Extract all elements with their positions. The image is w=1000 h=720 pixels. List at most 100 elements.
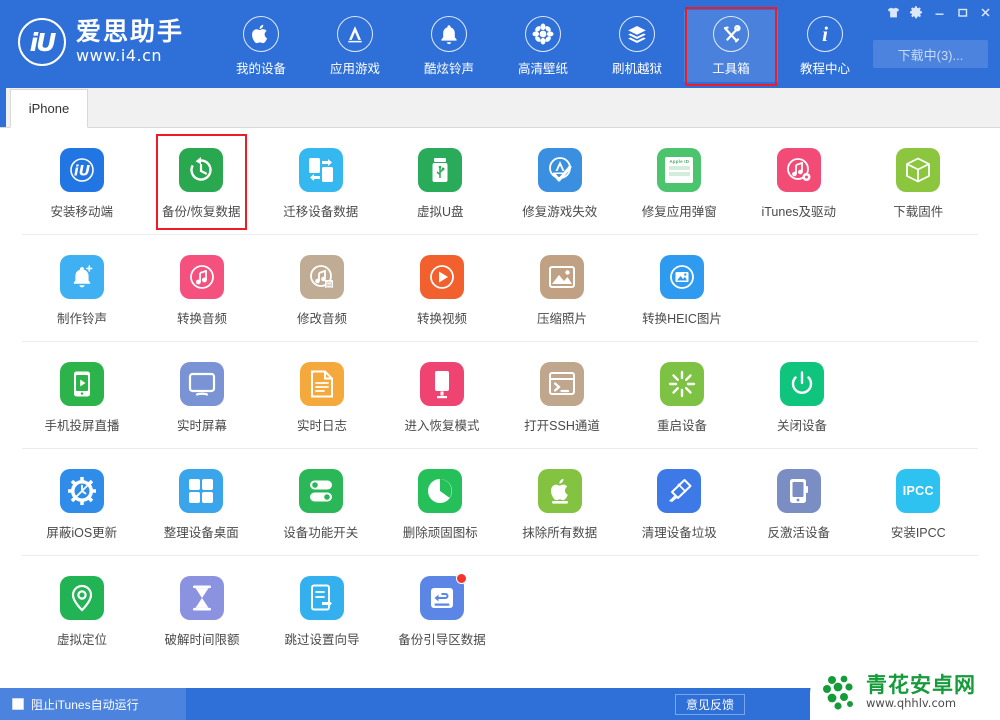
nav-item-wallpaper[interactable]: 高清壁纸 — [496, 10, 590, 82]
tool-label: 安装移动端 — [50, 205, 113, 219]
nav-item-tutorials[interactable]: i 教程中心 — [778, 10, 872, 82]
tool-shutdown-device[interactable]: 关闭设备 — [742, 358, 862, 436]
nav-item-ringtones[interactable]: 酷炫铃声 — [402, 10, 496, 82]
tool-label: 重启设备 — [656, 419, 707, 433]
block-itunes-label: 阻止iTunes自动运行 — [31, 697, 139, 712]
remove-icon-icon — [418, 469, 463, 513]
tool-edit-audio[interactable]: 自 修改音频 — [262, 251, 382, 329]
tool-label: 删除顽固图标 — [402, 526, 478, 540]
itunes-driver-icon — [776, 148, 821, 192]
main-nav: 我的设备 应用游戏 酷炫铃声 高清壁纸 刷机越狱 工具箱 i 教程中心 — [214, 7, 872, 86]
skip-setup-icon — [300, 576, 344, 620]
feedback-button[interactable]: 意见反馈 — [674, 693, 745, 715]
tool-backup-restore[interactable]: 备份/恢复数据 — [142, 134, 262, 230]
tool-convert-audio[interactable]: 转换音频 — [142, 251, 262, 329]
nav-label: 高清壁纸 — [518, 62, 569, 76]
nav-label: 工具箱 — [712, 62, 750, 76]
tool-download-firmware[interactable]: 下载固件 — [859, 144, 979, 222]
nav-item-apps-games[interactable]: 应用游戏 — [308, 10, 402, 82]
ipcc-text: IPCC — [902, 484, 934, 498]
tool-open-ssh[interactable]: 打开SSH通道 — [502, 358, 622, 436]
tool-label: 修改音频 — [296, 312, 347, 326]
tool-screen-cast-live[interactable]: 手机投屏直播 — [22, 358, 142, 436]
restart-device-icon — [660, 362, 704, 406]
tool-label: 安装IPCC — [890, 526, 946, 540]
i4-logo-icon: iU — [18, 18, 66, 66]
tool-install-ipcc[interactable]: IPCC 安装IPCC — [859, 465, 979, 543]
minimize-icon[interactable] — [928, 3, 950, 22]
erase-all-data-icon — [537, 469, 582, 513]
status-bar: 阻止iTunes自动运行 意见反馈 — [0, 688, 1000, 720]
nav-item-flash-jailbreak[interactable]: 刷机越狱 — [590, 10, 684, 82]
virtual-location-icon — [60, 576, 104, 620]
i4-assistant-window: iU 爱思助手 www.i4.cn 我的设备 应用游戏 酷炫铃声 高清壁纸 刷机… — [0, 0, 1000, 720]
firmware-box-icon — [896, 148, 941, 192]
brand-url: www.i4.cn — [76, 45, 163, 65]
tool-organize-desktop[interactable]: 整理设备桌面 — [142, 465, 262, 543]
fix-game-icon — [537, 148, 582, 192]
tool-migrate-device-data[interactable]: 迁移设备数据 — [261, 144, 381, 222]
tool-restart-device[interactable]: 重启设备 — [622, 358, 742, 436]
skin-icon[interactable] — [882, 3, 904, 22]
wallpaper-icon — [525, 16, 562, 52]
tool-convert-heic[interactable]: 转换HEIC图片 — [622, 251, 742, 329]
feature-toggle-icon — [298, 469, 343, 513]
settings-gear-icon[interactable] — [905, 3, 927, 22]
tool-row: 虚拟定位 破解时间限额 跳过设置向导 备份引导区数据 — [22, 556, 978, 662]
realtime-log-icon — [300, 362, 344, 406]
tool-skip-setup-wizard[interactable]: 跳过设置向导 — [262, 572, 382, 650]
tool-realtime-log[interactable]: 实时日志 — [262, 358, 382, 436]
nav-label: 酷炫铃声 — [424, 62, 475, 76]
tool-install-mobile-client[interactable]: iU 安装移动端 — [22, 144, 142, 222]
tool-compress-photo[interactable]: 压缩照片 — [502, 251, 622, 329]
tool-fix-app-popup[interactable]: Apple ID 修复应用弹窗 — [620, 144, 740, 222]
tool-make-ringtone[interactable]: 制作铃声 — [22, 251, 142, 329]
toolbox-icon — [713, 16, 750, 52]
tool-virtual-location[interactable]: 虚拟定位 — [22, 572, 142, 650]
close-icon[interactable] — [974, 3, 996, 22]
nav-item-my-device[interactable]: 我的设备 — [214, 10, 308, 82]
convert-audio-icon — [180, 255, 224, 299]
tool-label: 实时屏幕 — [176, 419, 227, 433]
tool-erase-all-data[interactable]: 抹除所有数据 — [500, 465, 620, 543]
edit-audio-icon: 自 — [300, 255, 344, 299]
tool-label: iTunes及驱动 — [761, 205, 837, 219]
maximize-icon[interactable] — [951, 3, 973, 22]
apple-icon — [243, 16, 280, 52]
download-status-button[interactable]: 下载中(3)... — [873, 40, 988, 68]
deactivate-device-icon — [776, 469, 821, 513]
tool-feature-toggle[interactable]: 设备功能开关 — [261, 465, 381, 543]
tool-row: 屏蔽iOS更新 整理设备桌面 设备功能开关 删除顽固图标 抹除所有数据 清理设备… — [22, 449, 978, 556]
tab-iphone[interactable]: iPhone — [10, 89, 88, 128]
tool-block-ios-update[interactable]: 屏蔽iOS更新 — [22, 465, 142, 543]
tool-remove-stubborn-icon[interactable]: 删除顽固图标 — [381, 465, 501, 543]
screen-cast-icon — [60, 362, 104, 406]
window-controls — [882, 3, 996, 22]
tool-itunes-driver[interactable]: iTunes及驱动 — [739, 144, 859, 222]
tool-label: 跳过设置向导 — [284, 633, 360, 647]
ssh-tunnel-icon — [540, 362, 584, 406]
tool-convert-video[interactable]: 转换视频 — [382, 251, 502, 329]
tool-backup-boot-data[interactable]: 备份引导区数据 — [382, 572, 502, 650]
install-ipcc-icon: IPCC — [896, 469, 941, 513]
tool-fix-game-failure[interactable]: 修复游戏失效 — [500, 144, 620, 222]
tool-clean-junk[interactable]: 清理设备垃圾 — [620, 465, 740, 543]
tool-crack-screentime[interactable]: 破解时间限额 — [142, 572, 262, 650]
update-badge — [456, 573, 467, 584]
tool-label: 修复游戏失效 — [522, 205, 598, 219]
nav-label: 教程中心 — [800, 62, 851, 76]
tool-deactivate-device[interactable]: 反激活设备 — [739, 465, 859, 543]
tool-label: 压缩照片 — [536, 312, 587, 326]
nav-item-toolbox[interactable]: 工具箱 — [684, 7, 779, 86]
apple-id-icon: Apple ID — [657, 148, 702, 192]
tool-label: 制作铃声 — [56, 312, 107, 326]
tool-label: 关闭设备 — [776, 419, 827, 433]
tool-virtual-usb[interactable]: 虚拟U盘 — [381, 144, 501, 222]
block-itunes-row[interactable]: 阻止iTunes自动运行 — [0, 688, 186, 720]
tool-realtime-screen[interactable]: 实时屏幕 — [142, 358, 262, 436]
block-itunes-checkbox[interactable] — [12, 698, 24, 710]
tool-label: 进入恢复模式 — [404, 419, 480, 433]
tool-label: 迁移设备数据 — [283, 205, 359, 219]
tool-recovery-mode[interactable]: 进入恢复模式 — [382, 358, 502, 436]
make-ringtone-icon — [60, 255, 104, 299]
